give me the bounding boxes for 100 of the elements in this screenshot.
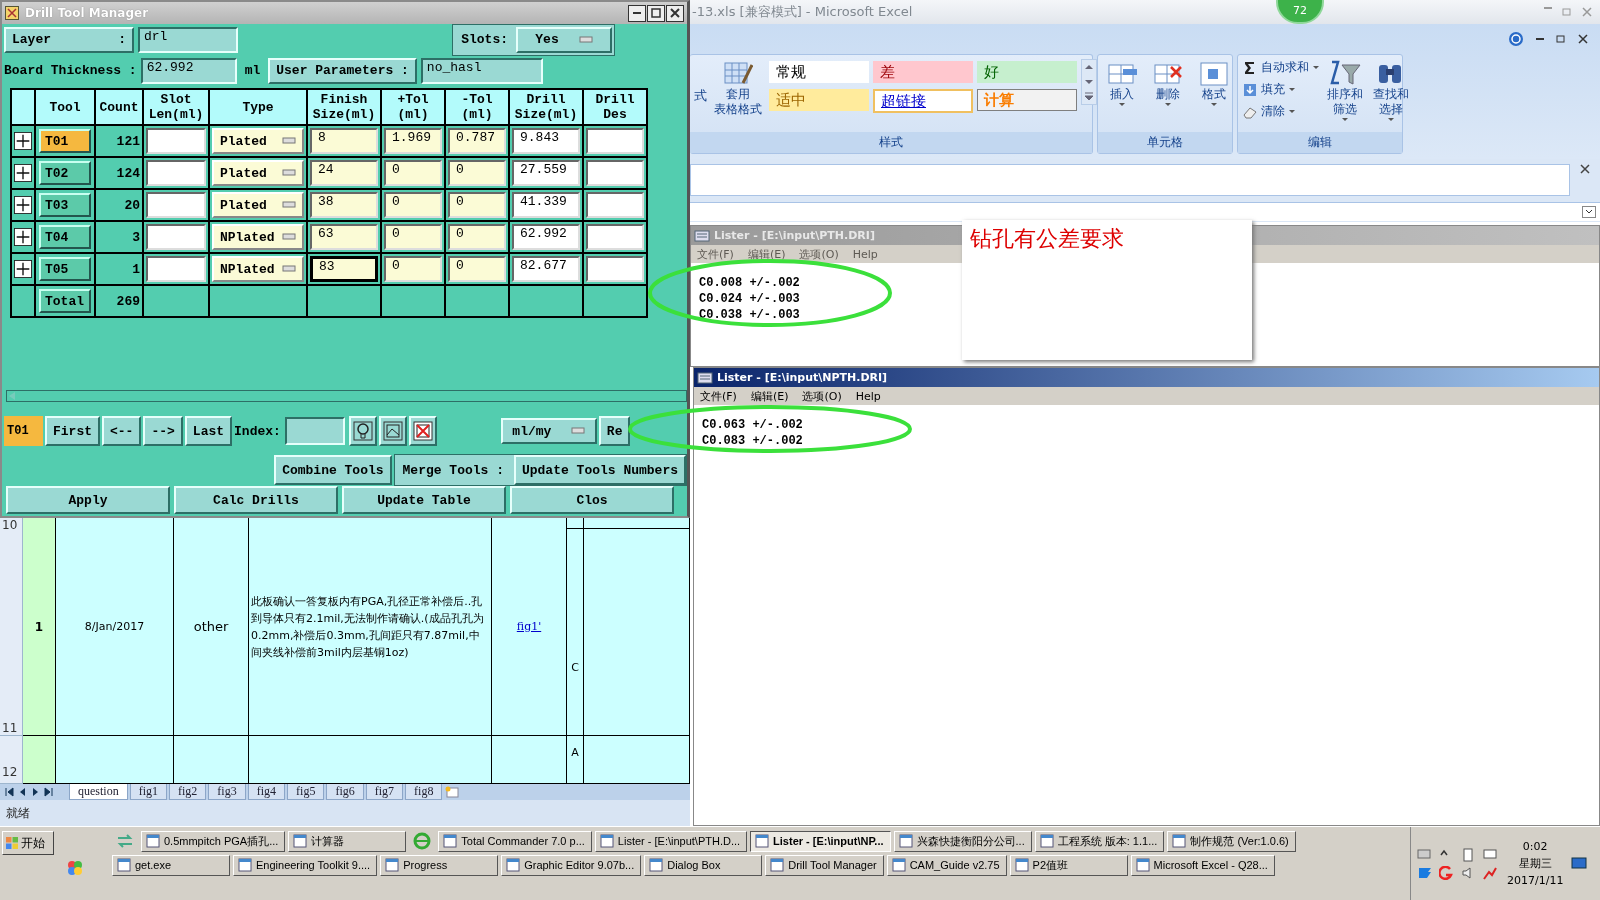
taskbar-button[interactable]: Engineering Toolkit 9.... [233,854,378,876]
cell-style-option[interactable]: 好 [977,61,1077,83]
taskbar-button[interactable]: 兴森快捷衡阳分公司... [893,830,1032,852]
ribbon-button[interactable]: 查找和 选择 [1370,59,1412,123]
update-tools-numbers-button[interactable]: Update Tools Numbers [513,455,686,485]
type-dropdown[interactable]: Plated [212,128,304,154]
drill-size-field[interactable]: 27.559 [512,160,580,186]
sheet-tab[interactable]: fig6 [326,784,364,800]
tool-button[interactable]: T04 [39,225,91,249]
combine-tools-button[interactable]: Combine Tools [274,455,392,485]
menu-item[interactable]: 文件(F) [697,246,734,262]
menu-item[interactable]: Help [852,247,878,261]
taskbar-button[interactable]: get.exe [112,854,230,876]
slot-length-field[interactable] [146,192,206,218]
board-thickness-field[interactable]: 62.992 [140,57,237,84]
drill-description-field[interactable] [586,224,644,250]
navigation-button[interactable]: --> [143,416,183,446]
formula-field[interactable] [690,164,1570,196]
layer-field[interactable]: drl [138,26,238,53]
action-button[interactable]: Apply [6,486,170,514]
menu-item[interactable]: 编辑(E) [750,388,789,404]
finish-size-field[interactable]: 63 [310,224,378,250]
taskbar-button[interactable]: Graphic Editor 9.07b... [501,854,642,876]
drill-size-field[interactable]: 41.339 [512,192,580,218]
link[interactable]: fig1' [516,620,542,633]
taskbar-button[interactable]: 制作规范 (Ver:1.0.6) [1167,830,1296,852]
taskbar-button[interactable]: 0.5mmpitch PGA插孔... [141,830,286,852]
sheet-tab[interactable]: fig5 [287,784,325,800]
ribbon-button[interactable]: 清除 [1242,103,1320,120]
scroll-bar[interactable] [6,390,687,402]
plus-tolerance-field[interactable]: 0 [384,256,442,282]
slot-length-field[interactable] [146,256,206,282]
taskbar-button[interactable]: Dialog Box [644,854,763,876]
drill-description-field[interactable] [586,160,644,186]
tool-button[interactable]: T01 [39,129,91,153]
plus-tolerance-field[interactable]: 0 [384,224,442,250]
navigation-button[interactable]: First [45,416,100,446]
ribbon-button[interactable]: 填充 [1242,81,1320,98]
navigation-button[interactable]: Last [184,416,233,446]
slot-length-field[interactable] [146,224,206,250]
sheet-tab[interactable]: fig8 [405,784,443,800]
cell-style-option[interactable]: 适中 [769,89,869,111]
tool-button[interactable]: T03 [39,193,91,217]
navigation-button[interactable]: <-- [102,416,142,446]
plus-tolerance-field[interactable]: 1.969 [384,128,442,154]
sheet-tab[interactable]: fig3 [208,784,246,800]
drill-description-field[interactable] [586,128,644,154]
action-button[interactable]: Calc Drills [174,486,338,514]
user-parameters-button[interactable]: User Parameters : [268,57,417,84]
taskbar-button[interactable]: Lister - [E:\input\NP... [750,830,891,852]
sheet-tab[interactable]: fig2 [169,784,207,800]
minus-tolerance-field[interactable]: 0 [448,192,506,218]
finish-size-field[interactable]: 38 [310,192,378,218]
icon-button[interactable] [378,416,407,446]
reg-button[interactable]: Re [598,416,631,446]
taskbar-button[interactable]: Total Commander 7.0 p... [438,830,592,852]
ribbon-button[interactable]: 删除 [1148,59,1188,108]
taskbar-button[interactable]: P2值班 [1009,854,1128,876]
plus-tolerance-field[interactable]: 0 [384,160,442,186]
start-button[interactable]: 开始 [2,831,54,855]
user-parameters-field[interactable]: no_hasl [420,57,543,84]
taskbar-button[interactable]: 计算器 [288,830,407,852]
tool-button[interactable]: T05 [39,257,91,281]
menu-item[interactable]: 选项(O) [799,246,839,262]
taskbar-button[interactable]: Microsoft Excel - Q28... [1130,854,1275,876]
units-dropdown[interactable]: ml/my [500,418,597,444]
taskbar-button[interactable]: Lister - [E:\input\PTH.D... [594,830,748,852]
ribbon-button[interactable]: 插入 [1102,59,1142,108]
tool-button[interactable]: T02 [39,161,91,185]
cell-style-option[interactable]: 常规 [769,61,869,83]
taskbar-button[interactable]: Progress [380,854,499,876]
finish-size-field[interactable]: 83 [310,256,378,282]
menu-item[interactable]: 文件(F) [700,388,737,404]
taskbar-button[interactable]: Drill Tool Manager [765,854,884,876]
menu-item[interactable]: 选项(O) [802,388,842,404]
icon-button[interactable] [348,416,377,446]
type-dropdown[interactable]: Plated [212,160,304,186]
cell-style-option[interactable]: 超链接 [873,89,973,113]
drill-size-field[interactable]: 82.677 [512,256,580,282]
ribbon-button[interactable]: 格式 [1194,59,1234,108]
type-dropdown[interactable]: NPlated [212,224,304,250]
drill-size-field[interactable]: 9.843 [512,128,580,154]
drill-description-field[interactable] [586,256,644,282]
drill-description-field[interactable] [586,192,644,218]
menu-item[interactable]: 编辑(E) [747,246,786,262]
table-format-button[interactable]: 套用 表格格式 [711,59,765,117]
index-field[interactable] [284,417,345,445]
action-button[interactable]: Update Table [342,486,506,514]
sheet-tab[interactable]: fig7 [365,784,404,800]
minus-tolerance-field[interactable]: 0.787 [448,128,506,154]
menu-item[interactable]: Help [855,389,881,403]
slots-dropdown[interactable]: Yes [516,26,612,53]
slot-length-field[interactable] [146,128,206,154]
cell-style-option[interactable]: 差 [873,61,973,83]
taskbar-button[interactable]: CAM_Guide v2.75 [886,854,1007,876]
layer-button[interactable]: Layer : [4,26,134,53]
icon-button[interactable] [408,416,437,446]
slot-length-field[interactable] [146,160,206,186]
ribbon-button[interactable]: 排序和 筛选 [1324,59,1366,123]
sheet-tab[interactable]: fig1 [129,784,167,800]
